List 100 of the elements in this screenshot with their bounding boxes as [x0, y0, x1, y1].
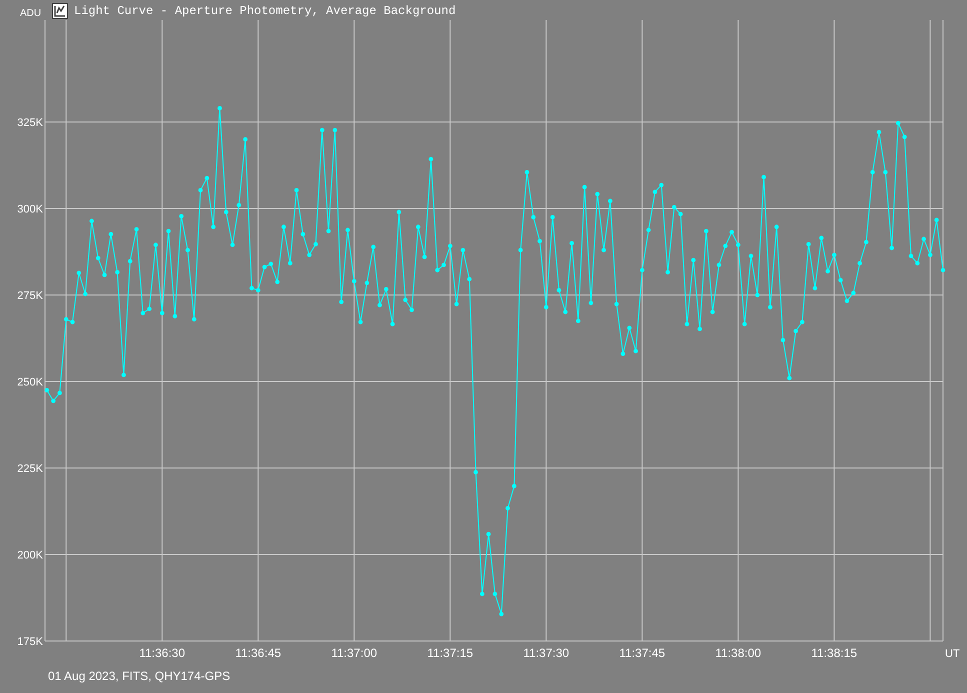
data-point — [940, 268, 946, 272]
data-point — [512, 484, 516, 488]
x-tick-label: 11:36:30 — [139, 646, 186, 660]
data-point — [723, 244, 728, 248]
data-point — [844, 298, 850, 304]
data-point — [896, 120, 900, 126]
data-point — [691, 258, 696, 262]
data-point — [474, 470, 478, 474]
data-point — [236, 202, 242, 208]
data-point — [851, 290, 856, 296]
data-point — [172, 314, 178, 318]
data-point — [698, 326, 702, 332]
data-point — [96, 256, 100, 260]
data-point — [122, 372, 126, 378]
data-point — [710, 310, 715, 314]
y-tick-label: 275K — [17, 290, 43, 302]
data-point — [774, 224, 779, 230]
data-point — [454, 302, 459, 306]
data-point — [384, 286, 388, 292]
data-point — [780, 338, 786, 342]
data-point — [787, 376, 792, 380]
x-tick-label: 11:38:00 — [715, 646, 762, 660]
data-point — [428, 156, 434, 162]
data-point — [556, 288, 562, 292]
data-point — [51, 398, 56, 404]
data-point — [218, 106, 222, 110]
y-tick-label: 250K — [17, 376, 43, 389]
y-tick-label: 325K — [17, 117, 43, 130]
data-point — [364, 280, 370, 286]
data-point — [332, 128, 338, 132]
window-title: Light Curve - Aperture Photometry, Average Background — [74, 3, 456, 19]
data-point — [358, 320, 363, 324]
data-point — [876, 130, 882, 134]
data-point — [256, 288, 260, 292]
data-point — [934, 218, 939, 222]
data-point — [826, 268, 830, 274]
data-point — [58, 390, 62, 396]
data-point — [83, 292, 88, 296]
data-point — [819, 236, 824, 240]
data-point — [608, 198, 612, 204]
data-point — [211, 224, 216, 230]
data-point — [704, 228, 708, 234]
data-point — [627, 326, 632, 330]
data-point — [640, 268, 644, 272]
data-point — [90, 218, 94, 224]
data-point — [416, 224, 420, 230]
data-point — [352, 279, 356, 284]
data-point — [307, 252, 312, 258]
data-point — [339, 300, 344, 304]
data-point — [794, 328, 798, 334]
data-point — [902, 134, 907, 140]
data-point — [320, 128, 324, 132]
data-point — [550, 215, 555, 220]
data-point — [268, 262, 274, 266]
chart-window-icon — [52, 3, 68, 19]
data-point — [378, 302, 382, 308]
data-point — [442, 262, 446, 268]
data-point — [730, 230, 734, 234]
y-tick-label: 300K — [17, 204, 43, 216]
data-point — [467, 276, 472, 282]
x-tick-label: 11:37:30 — [523, 646, 570, 660]
data-point — [678, 212, 683, 216]
data-point — [460, 248, 466, 252]
data-point — [128, 258, 132, 264]
data-point — [115, 270, 120, 274]
x-axis-title: UT — [945, 648, 960, 660]
data-point — [652, 190, 658, 194]
data-point — [134, 227, 139, 232]
data-point — [742, 322, 747, 326]
data-point — [275, 280, 280, 284]
y-axis-title: ADU — [20, 8, 42, 20]
data-point — [768, 304, 772, 310]
data-point — [563, 310, 568, 314]
data-point — [531, 215, 536, 220]
data-point — [582, 184, 587, 190]
x-tick-label: 11:37:45 — [619, 646, 666, 660]
data-point — [396, 210, 402, 214]
data-point — [44, 388, 50, 392]
x-tick-label: 11:36:45 — [235, 646, 282, 660]
data-point — [486, 532, 491, 536]
data-point — [282, 224, 286, 230]
data-point — [576, 318, 580, 324]
data-point — [198, 188, 203, 192]
data-point — [570, 240, 574, 246]
data-point — [748, 254, 754, 258]
data-point — [102, 272, 107, 278]
data-point — [230, 242, 235, 248]
data-point — [410, 308, 414, 312]
data-point — [716, 262, 722, 268]
data-point — [243, 137, 248, 142]
data-point — [870, 170, 875, 174]
data-point — [294, 188, 299, 192]
data-point — [422, 254, 427, 260]
x-tick-label: 11:37:15 — [427, 646, 474, 660]
data-point — [154, 242, 158, 248]
data-point — [147, 306, 152, 312]
y-tick-label: 225K — [17, 463, 43, 476]
data-point — [140, 310, 146, 316]
data-point — [544, 304, 548, 310]
data-point — [659, 182, 664, 188]
